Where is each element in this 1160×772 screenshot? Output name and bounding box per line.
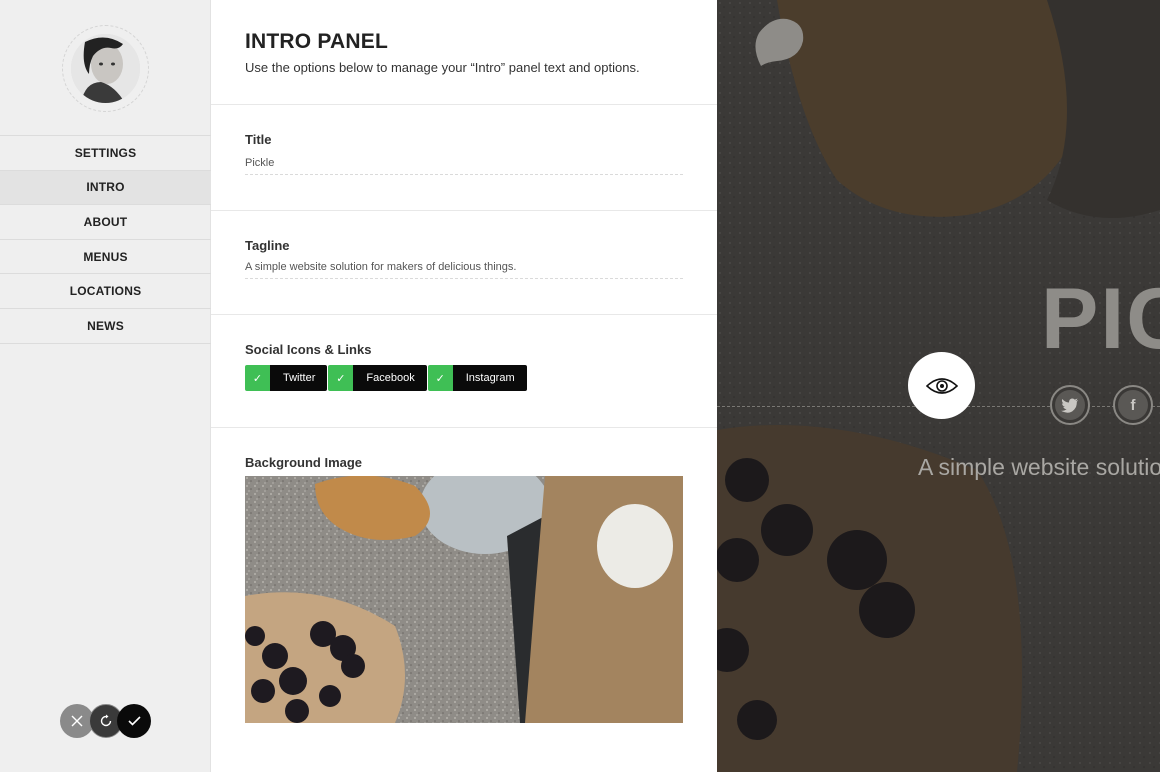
check-icon: ✓ [328,365,354,391]
sidebar-item-intro[interactable]: INTRO [0,170,211,206]
live-preview: PIC f A simple website solutio [717,0,1160,772]
social-toggles: ✓ Twitter ✓ Facebook ✓ Instagram [245,365,527,391]
check-icon [127,716,141,726]
divider [211,427,717,428]
title-field-label: Title [245,132,272,147]
tagline-field-label: Tagline [245,238,290,253]
social-toggle-instagram[interactable]: ✓ Instagram [427,365,527,391]
sidebar-item-settings[interactable]: SETTINGS [0,136,211,171]
panel-header: INTRO PANEL Use the options below to man… [245,30,640,75]
preview-twitter-link[interactable] [1050,385,1090,425]
sidebar-item-news[interactable]: NEWS [0,309,211,344]
intro-panel: INTRO PANEL Use the options below to man… [211,0,717,772]
sidebar-nav: SETTINGS INTRO ABOUT MENUS LOCATIONS NEW… [0,135,211,344]
page-title: INTRO PANEL [245,30,388,53]
sidebar-item-locations[interactable]: LOCATIONS [0,274,211,309]
preview-toggle-button[interactable] [908,352,975,419]
avatar-ring [62,25,149,112]
social-toggle-twitter[interactable]: ✓ Twitter [245,365,328,391]
social-toggle-label: Facebook [353,365,427,391]
social-toggle-label: Instagram [452,365,527,391]
divider [211,314,717,315]
background-field-label: Background Image [245,455,363,470]
close-icon [71,715,83,727]
preview-facebook-link[interactable]: f [1113,385,1153,425]
check-icon: ✓ [245,365,270,391]
sidebar: SETTINGS INTRO ABOUT MENUS LOCATIONS NEW… [0,0,211,772]
eye-icon [925,377,958,394]
page-description: Use the options below to manage your “In… [245,60,640,75]
sidebar-item-menus[interactable]: MENUS [0,240,211,275]
divider [211,104,717,105]
facebook-icon: f [1130,396,1136,414]
twitter-icon [1061,397,1078,413]
save-button[interactable] [117,704,151,738]
social-toggle-facebook[interactable]: ✓ Facebook [328,365,427,391]
social-field-label: Social Icons & Links [245,342,372,357]
preview-title: PIC [1041,271,1160,367]
sidebar-item-about[interactable]: ABOUT [0,205,211,240]
site-logo [755,18,804,66]
preview-tagline: A simple website solutio [918,454,1160,480]
social-toggle-label: Twitter [270,365,328,391]
title-field[interactable]: Pickle [245,157,683,175]
avatar[interactable] [71,34,140,103]
divider [211,210,717,211]
tagline-field[interactable]: A simple website solution for makers of … [245,261,683,279]
check-icon: ✓ [427,365,453,391]
background-image-thumbnail[interactable] [245,476,683,723]
refresh-icon [100,714,112,727]
